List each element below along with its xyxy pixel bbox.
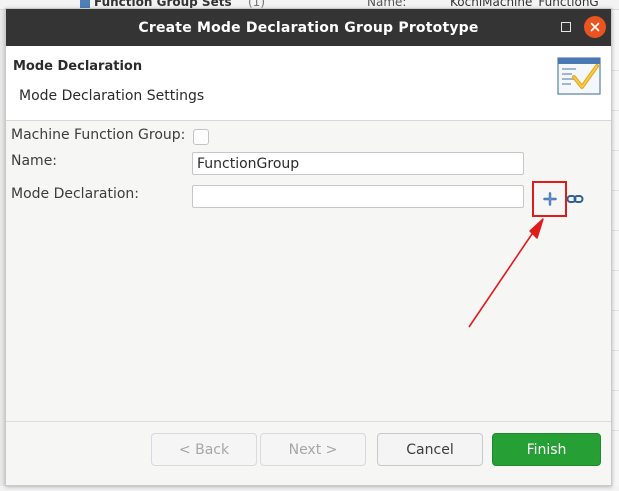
back-button[interactable]: < Back bbox=[151, 433, 257, 466]
mode-declaration-label: Mode Declaration: bbox=[11, 186, 140, 202]
name-label: Name: bbox=[11, 153, 58, 169]
footer-separator bbox=[6, 421, 611, 422]
name-input[interactable] bbox=[192, 152, 524, 175]
dialog-title: Create Mode Declaration Group Prototype bbox=[138, 19, 479, 36]
header-description: Mode Declaration Settings bbox=[19, 88, 205, 104]
group-icon bbox=[80, 0, 90, 8]
finish-button[interactable]: Finish bbox=[492, 433, 601, 466]
plus-icon bbox=[542, 192, 557, 206]
maximize-icon bbox=[561, 22, 571, 32]
maximize-button[interactable] bbox=[556, 17, 576, 37]
wizard-header: Mode Declaration Mode Declaration Settin… bbox=[6, 46, 611, 121]
header-title: Mode Declaration bbox=[13, 59, 143, 74]
title-bar: Create Mode Declaration Group Prototype bbox=[6, 9, 611, 46]
close-button[interactable] bbox=[584, 16, 606, 38]
machine-function-group-label: Machine Function Group: bbox=[11, 127, 186, 143]
next-button[interactable]: Next > bbox=[260, 433, 366, 466]
link-reference-icon[interactable] bbox=[566, 192, 584, 206]
background-bottom bbox=[0, 486, 619, 491]
add-mode-declaration-button[interactable] bbox=[532, 181, 567, 217]
machine-function-group-checkbox[interactable] bbox=[193, 129, 209, 145]
create-mode-declaration-dialog: Create Mode Declaration Group Prototype … bbox=[5, 8, 612, 486]
form-area: Machine Function Group: Name: Mode Decla… bbox=[6, 121, 611, 421]
wizard-checklist-icon bbox=[557, 57, 601, 95]
background-right-panel bbox=[611, 10, 619, 491]
cancel-button[interactable]: Cancel bbox=[377, 433, 483, 466]
mode-declaration-input[interactable] bbox=[192, 185, 524, 208]
close-icon bbox=[590, 22, 600, 32]
